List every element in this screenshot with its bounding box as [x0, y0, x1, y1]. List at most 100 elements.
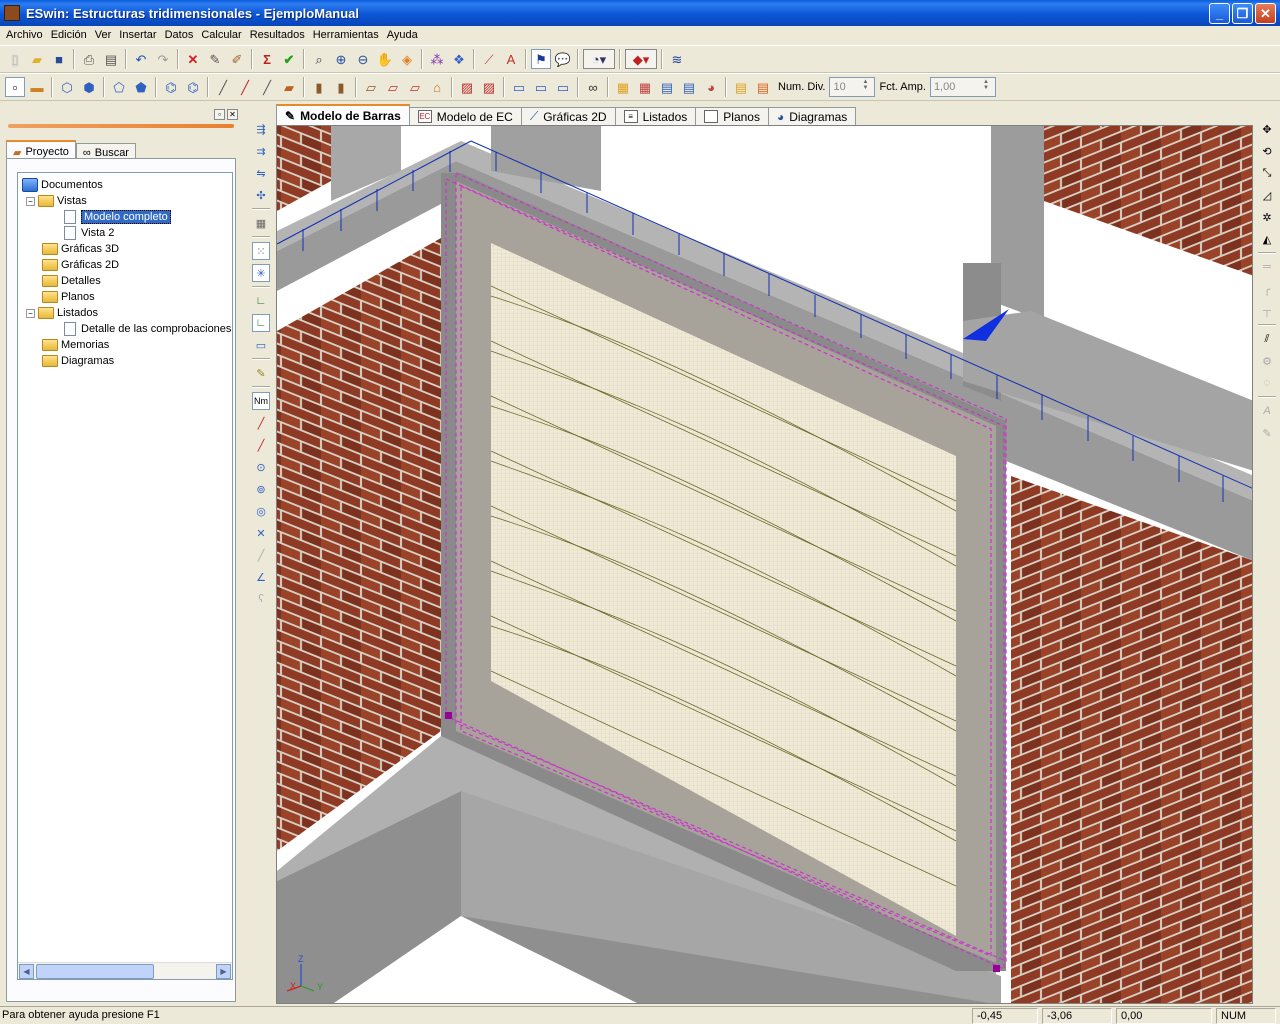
pen-icon[interactable]: ✎ — [1258, 424, 1276, 442]
tree-item-documentos[interactable]: Documentos — [22, 177, 103, 193]
layers-icon[interactable]: ≋ — [667, 49, 687, 69]
note-icon[interactable]: ✎ — [252, 364, 270, 382]
print-preview-icon[interactable]: ▤ — [101, 49, 121, 69]
explode-icon[interactable]: ✲ — [1258, 208, 1276, 226]
3d-viewport[interactable]: Z X Y — [276, 125, 1253, 1004]
tree-item-vistas[interactable]: − Vistas — [26, 193, 87, 209]
tree-item-planos[interactable]: Planos — [42, 289, 95, 305]
chamfer-icon[interactable]: ◌ — [1258, 374, 1276, 392]
zoom-in-icon[interactable]: ⊕ — [331, 49, 351, 69]
move-icon[interactable]: ⇶ — [252, 120, 270, 138]
foundation-icon[interactable]: ▭ — [509, 77, 529, 97]
roof-icon[interactable]: ⌂ — [427, 77, 447, 97]
menu-edicion[interactable]: Edición — [47, 29, 91, 41]
tree-item-graficas-2d[interactable]: Gráficas 2D — [42, 257, 119, 273]
scroll-right-icon[interactable]: ▶ — [216, 964, 231, 979]
menu-archivo[interactable]: Archivo — [2, 29, 47, 41]
export-icon[interactable]: ▤ — [731, 77, 751, 97]
footing-icon[interactable]: ▭ — [553, 77, 573, 97]
report-doc-icon[interactable]: ▤ — [679, 77, 699, 97]
tab-modelo-de-barras[interactable]: ✎ Modelo de Barras — [276, 104, 410, 125]
menu-ver[interactable]: Ver — [91, 29, 116, 41]
fillet-icon[interactable]: ╭ — [1258, 280, 1276, 298]
trim-icon[interactable]: ┬ — [1258, 302, 1276, 320]
line-icon[interactable]: ╱ — [252, 414, 270, 432]
hook-icon[interactable]: ʕ — [252, 590, 270, 608]
tab-modelo-de-ec[interactable]: EC Modelo de EC — [408, 107, 522, 125]
collapse-icon[interactable]: − — [26, 308, 35, 318]
menu-herramientas[interactable]: Herramientas — [309, 29, 383, 41]
menu-datos[interactable]: Datos — [161, 29, 198, 41]
brush-icon[interactable]: ✐ — [227, 49, 247, 69]
menu-resultados[interactable]: Resultados — [246, 29, 309, 41]
groups-icon[interactable]: ❖ — [449, 49, 469, 69]
select-mode-icon[interactable]: ⚑ — [531, 49, 551, 69]
fct-amp-input[interactable]: 1,00 — [929, 77, 996, 97]
bar-red-icon[interactable]: ╱ — [235, 77, 255, 97]
arc-icon[interactable]: ⊚ — [252, 480, 270, 498]
tab-planos[interactable]: Planos — [695, 107, 769, 125]
tab-listados[interactable]: ≡ Listados — [614, 107, 697, 125]
render-mode-dropdown[interactable]: ◔▾ — [583, 49, 615, 69]
ruler-icon[interactable]: ⟋ — [479, 49, 499, 69]
pan-hand-icon[interactable]: ✋ — [375, 49, 395, 69]
menu-insertar[interactable]: Insertar — [115, 29, 160, 41]
mirror-icon[interactable]: ⇋ — [252, 164, 270, 182]
scale-icon[interactable]: ⤡ — [1258, 164, 1276, 182]
eraser-icon[interactable]: ▰ — [279, 77, 299, 97]
tree-item-memorias[interactable]: Memorias — [42, 337, 109, 353]
search-icon[interactable]: ⌕ — [309, 49, 329, 69]
view-3d-icon[interactable]: ◈ — [397, 49, 417, 69]
move-arrows-icon[interactable]: ✥ — [1258, 120, 1276, 138]
comment-icon[interactable]: 💬 — [553, 49, 573, 69]
check-icon[interactable]: ✔ — [279, 49, 299, 69]
bar-icon[interactable]: ╱ — [213, 77, 233, 97]
tree-horizontal-scrollbar[interactable]: ◀ ▶ — [18, 962, 232, 979]
text-annotation-icon[interactable]: A — [501, 49, 521, 69]
circle-icon[interactable]: ⊙ — [252, 458, 270, 476]
slab-icon[interactable]: ▱ — [383, 77, 403, 97]
tree-item-detalles[interactable]: Detalles — [42, 273, 101, 289]
structure-model-svg[interactable]: Z X Y — [277, 126, 1253, 1004]
tree-item-graficas-3d[interactable]: Gráficas 3D — [42, 241, 119, 257]
tree-item-diagramas[interactable]: Diagramas — [42, 353, 114, 369]
support-icon[interactable]: ⬠ — [109, 77, 129, 97]
num-div-input[interactable]: 10 — [829, 77, 876, 97]
slash-icon[interactable]: ╱ — [252, 546, 270, 564]
support-edit-icon[interactable]: ⬟ — [131, 77, 151, 97]
target-icon[interactable]: ◎ — [252, 502, 270, 520]
export-dxf-icon[interactable]: ▤ — [753, 77, 773, 97]
material-icon[interactable]: ▬ — [27, 77, 47, 97]
undo-icon[interactable]: ↶ — [131, 49, 151, 69]
report-list-icon[interactable]: ▤ — [657, 77, 677, 97]
numbering-icon[interactable]: Nm — [252, 392, 270, 410]
tree-item-detalle-comprobaciones[interactable]: Detalle de las comprobaciones — [64, 321, 231, 337]
tab-diagramas[interactable]: ◕ Diagramas — [767, 107, 857, 125]
spring-icon[interactable]: ⌬ — [161, 77, 181, 97]
rotate-icon[interactable]: ✣ — [252, 186, 270, 204]
menu-calcular[interactable]: Calcular — [197, 29, 245, 41]
menu-ayuda[interactable]: Ayuda — [383, 29, 422, 41]
slab-edit-icon[interactable]: ▱ — [405, 77, 425, 97]
report-icon[interactable]: ▦ — [613, 77, 633, 97]
cross-icon[interactable]: ✕ — [252, 524, 270, 542]
open-folder-icon[interactable]: ▰ — [27, 49, 47, 69]
scroll-thumb[interactable] — [36, 964, 154, 979]
tab-graficas-2d[interactable]: ⟋ Gráficas 2D — [520, 107, 616, 125]
symmetry-icon[interactable]: ◭ — [1258, 230, 1276, 248]
save-icon[interactable]: ■ — [49, 49, 69, 69]
delete-icon[interactable]: ✕ — [183, 49, 203, 69]
ucs-active-icon[interactable]: ∟ — [252, 314, 270, 332]
snap-points-icon[interactable]: ✳ — [252, 264, 270, 282]
grid-icon[interactable]: ▦ — [252, 214, 270, 232]
tree-item-vista-2[interactable]: Vista 2 — [64, 225, 114, 241]
break-icon[interactable]: ⫽ — [1258, 330, 1276, 348]
maximize-button[interactable]: ❐ — [1232, 3, 1253, 24]
offset-icon[interactable]: ═ — [1258, 258, 1276, 276]
polyline-icon[interactable]: ╱ — [252, 436, 270, 454]
point-tool-icon[interactable]: ▫ — [5, 77, 25, 97]
join-icon[interactable]: ⚙ — [1258, 352, 1276, 370]
redo-icon[interactable]: ↷ — [153, 49, 173, 69]
bar-edit-icon[interactable]: ╱ — [257, 77, 277, 97]
zoom-out-icon[interactable]: ⊖ — [353, 49, 373, 69]
